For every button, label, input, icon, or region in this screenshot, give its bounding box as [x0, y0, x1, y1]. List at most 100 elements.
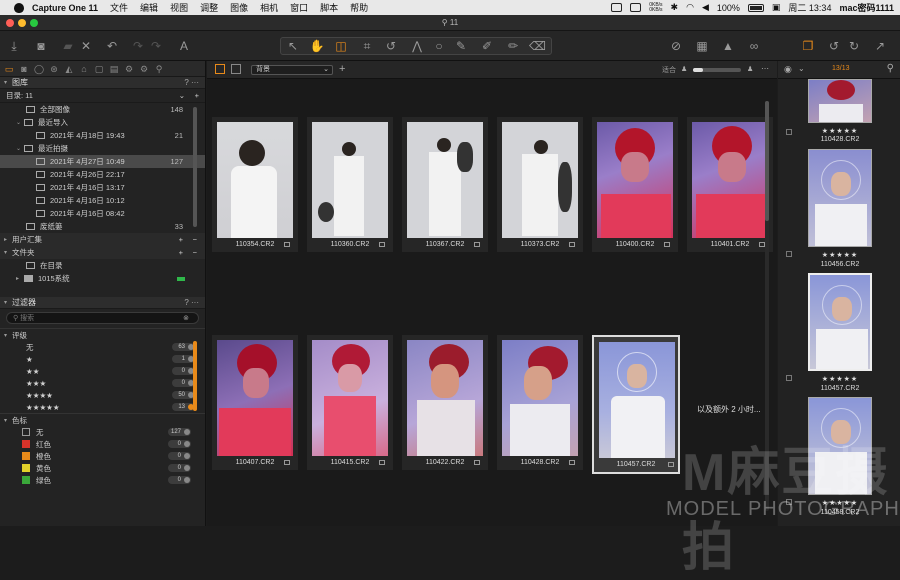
rating-3[interactable]: ★★★ 0 [0, 377, 205, 389]
eye-status-icon[interactable] [611, 3, 623, 12]
thumbnail[interactable]: 110373.CR2 [497, 117, 583, 252]
bluetooth-icon[interactable]: ✱ [671, 2, 679, 13]
volume-item[interactable]: ▸ 1015系统 [0, 272, 205, 285]
menu-window[interactable]: 窗口 [290, 1, 308, 14]
adjust-tab-icon[interactable]: ⚲ [154, 64, 164, 74]
color-tab-icon[interactable]: ⊛ [49, 64, 59, 74]
undo-icon[interactable]: ↶ [104, 38, 120, 54]
spot-icon[interactable]: ○ [431, 38, 447, 54]
in-catalog-item[interactable]: 在目录 [0, 259, 205, 272]
detail-tab-icon[interactable]: ⌂ [79, 64, 89, 74]
layers-icon[interactable]: ❐ [800, 38, 816, 54]
filter-search-input[interactable]: ⚲ 搜索 ⊗ [6, 312, 199, 324]
chevron-down-icon[interactable]: ⌄ [179, 91, 185, 100]
warning-icon[interactable]: ▲ [720, 38, 736, 54]
disclosure-icon[interactable]: ▸ [16, 275, 24, 282]
picker-icon[interactable]: ✐ [479, 38, 495, 54]
rating-4[interactable]: ★★★★ 50 [0, 389, 205, 401]
menu-view[interactable]: 视图 [170, 1, 188, 14]
filmstrip-item-selected[interactable]: ★★★★★ 110457.CR2 [786, 271, 874, 392]
tree-capture-0416-0842[interactable]: 2021年 4月16日 08:42 [0, 207, 205, 220]
tree-all-images[interactable]: 全部图像 148 [0, 103, 205, 116]
rating-stars[interactable]: ★★★★★ [806, 499, 874, 507]
redo-icon[interactable]: ↷ [130, 38, 146, 54]
disclosure-icon[interactable]: ⌄ [16, 145, 24, 152]
library-scrollbar[interactable] [193, 107, 197, 227]
filmstrip-item[interactable]: ★★★★★ 110458.CR2 [786, 395, 874, 516]
rating-none[interactable]: 无 63 [0, 341, 205, 353]
color-green[interactable]: 绿色 0 [0, 474, 205, 486]
user-collections-header[interactable]: ▸ 用户汇集 + − [0, 233, 205, 246]
thumbnail[interactable]: 110407.CR2 [212, 335, 298, 470]
filmstrip-item[interactable]: ★★★★★ 110456.CR2 [786, 147, 874, 268]
tree-recent-captures[interactable]: ⌄ 最近拍摄 [0, 142, 205, 155]
menu-file[interactable]: 文件 [110, 1, 128, 14]
thumbnail[interactable]: 110415.CR2 [307, 335, 393, 470]
sort-select[interactable]: 背景 ⌄ [251, 65, 333, 75]
remove-folder-icon[interactable]: − [193, 248, 197, 257]
loupe-icon[interactable]: ⊘ [668, 38, 684, 54]
volume-icon[interactable]: ◀ [702, 2, 709, 13]
rating-stars[interactable]: ★★★★★ [806, 127, 874, 135]
rotate-icon[interactable]: ↺ [383, 38, 399, 54]
clock[interactable]: 周二 13:34 [788, 1, 831, 14]
batch-tab-icon[interactable]: ⚙ [139, 64, 149, 74]
text-icon[interactable]: A [176, 38, 192, 54]
reset-icon[interactable]: ↺ [826, 38, 842, 54]
filters-help-icon[interactable]: ? ··· [184, 298, 199, 307]
thumbnail[interactable]: 110428.CR2 [497, 335, 583, 470]
thumbnail[interactable]: 110401.CR2 [687, 117, 773, 252]
rating-1[interactable]: ★ 1 [0, 353, 205, 365]
annotate-icon[interactable]: ✏ [505, 38, 521, 54]
rating-scrollbar[interactable] [193, 341, 197, 411]
folder-icon[interactable]: ▰ [60, 38, 76, 54]
meta-tab-icon[interactable]: ▤ [109, 64, 119, 74]
redo-alt-icon[interactable]: ↷ [148, 38, 164, 54]
select-checkbox[interactable] [786, 375, 792, 381]
add-collection-icon[interactable]: + [179, 235, 183, 244]
glasses-icon[interactable]: ∞ [744, 38, 764, 54]
tree-capture-0416-1317[interactable]: 2021年 4月16日 13:17 [0, 181, 205, 194]
cat-status-icon[interactable] [630, 3, 642, 12]
rating-2[interactable]: ★★ 0 [0, 365, 205, 377]
rating-header[interactable]: ▾ 评级 [0, 328, 205, 341]
camera-icon[interactable]: ◙ [33, 38, 49, 54]
rating-stars[interactable]: ★★★★★ [806, 375, 874, 383]
color-yellow[interactable]: 黄色 0 [0, 462, 205, 474]
color-none[interactable]: 无 127 [0, 426, 205, 438]
library-header[interactable]: ▾ 图库 ? ··· [0, 77, 205, 89]
import-icon[interactable]: ⤓ [6, 38, 22, 54]
chevron-down-icon[interactable]: ⌄ [798, 64, 805, 73]
clear-icon[interactable]: ⊗ [183, 314, 189, 322]
menu-image[interactable]: 图像 [230, 1, 248, 14]
grid-view-icon[interactable] [215, 64, 225, 74]
tree-recent-imports[interactable]: ⌄ 最近导入 [0, 116, 205, 129]
exposure-tab-icon[interactable]: ◭ [64, 64, 74, 74]
thumbnail[interactable]: 110400.CR2 [592, 117, 678, 252]
user-name[interactable]: mac密码1111 [839, 1, 894, 14]
browser-scrollbar[interactable] [765, 101, 769, 511]
remove-collection-icon[interactable]: − [193, 235, 197, 244]
thumbnail[interactable]: 110354.CR2 [212, 117, 298, 252]
flag-icon[interactable]: ▣ [772, 2, 781, 13]
more-icon[interactable]: ⋯ [761, 64, 769, 73]
color-orange[interactable]: 橙色 0 [0, 450, 205, 462]
menu-script[interactable]: 脚本 [320, 1, 338, 14]
filmstrip-item[interactable]: ★★★★★ 110428.CR2 [786, 79, 874, 143]
tree-capture-0426[interactable]: 2021年 4月26日 22:17 [0, 168, 205, 181]
apple-icon[interactable] [14, 2, 24, 13]
export-icon[interactable]: ↗ [872, 38, 888, 54]
select-checkbox[interactable] [786, 251, 792, 257]
color-red[interactable]: 红色 0 [0, 438, 205, 450]
thumbnail[interactable]: 110360.CR2 [307, 117, 393, 252]
thumbnail[interactable]: 110367.CR2 [402, 117, 488, 252]
catalog-selector[interactable]: 目录: 11 ⌄ + [0, 89, 205, 103]
output-tab-icon[interactable]: ⚙ [124, 64, 134, 74]
add-icon[interactable]: + [195, 91, 199, 100]
crop-highlight-icon[interactable]: ◫ [333, 38, 349, 54]
thumbnail-size-slider[interactable] [693, 68, 741, 72]
tree-capture-0416-1012[interactable]: 2021年 4月16日 10:12 [0, 194, 205, 207]
eraser-icon[interactable]: ⌫ [529, 38, 546, 54]
menu-edit[interactable]: 编辑 [140, 1, 158, 14]
filters-header[interactable]: ▾ 过滤器 ? ··· [0, 297, 205, 309]
